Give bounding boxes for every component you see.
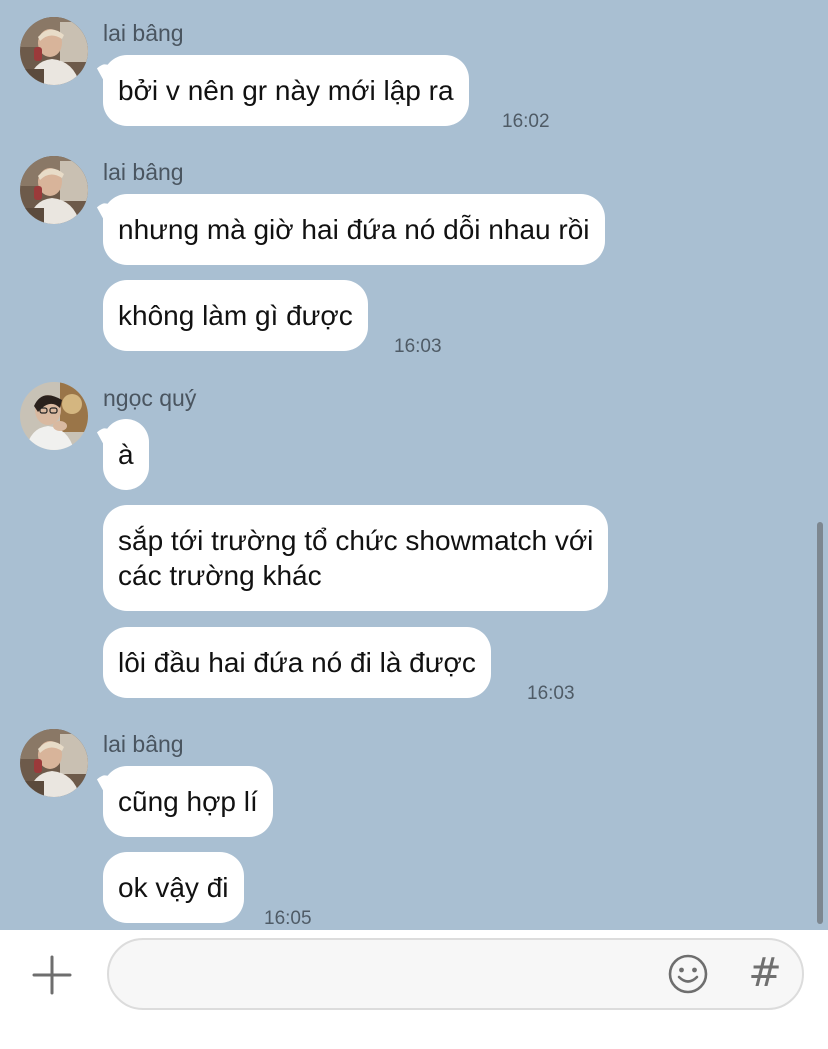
message-input[interactable] [133, 956, 663, 992]
sender-avatar[interactable] [20, 382, 88, 450]
user-avatar-photo-icon [20, 156, 88, 224]
hashtag-button[interactable]: # [745, 948, 785, 998]
plus-icon [32, 955, 72, 995]
message-bubble[interactable]: không làm gì được [103, 280, 368, 351]
message-bubble[interactable]: sắp tới trường tổ chức showmatch với các… [103, 505, 609, 611]
sender-name: lai bâng [103, 20, 184, 46]
sender-name: lai bâng [103, 159, 184, 185]
sender-avatar[interactable] [20, 729, 88, 797]
chat-area[interactable]: lai bâng bởi v nên gr này mới lập ra 16:… [0, 0, 828, 930]
emoji-icon [668, 954, 708, 994]
message-bubble[interactable]: lôi đầu hai đứa nó đi là được [103, 627, 491, 698]
message-bubble[interactable]: nhưng mà giờ hai đứa nó dỗi nhau rồi [103, 194, 605, 265]
sender-avatar[interactable] [20, 156, 88, 224]
user-avatar-photo-icon [20, 382, 88, 450]
user-avatar-photo-icon [20, 729, 88, 797]
emoji-button[interactable] [666, 952, 710, 996]
sender-name: ngọc quý [103, 385, 197, 411]
scrollbar[interactable] [817, 522, 823, 924]
message-bubble[interactable]: bởi v nên gr này mới lập ra [103, 55, 469, 126]
message-bubble[interactable]: ok vậy đi [103, 852, 244, 923]
message-bubble[interactable]: cũng hợp lí [103, 766, 273, 837]
message-time: 16:03 [527, 683, 575, 704]
message-bubble[interactable]: à [103, 419, 149, 490]
message-line: các trường khác [118, 560, 322, 591]
sender-avatar[interactable] [20, 17, 88, 85]
user-avatar-photo-icon [20, 17, 88, 85]
message-time: 16:03 [394, 336, 442, 357]
message-time: 16:05 [264, 908, 312, 929]
message-line: sắp tới trường tổ chức showmatch với [118, 525, 594, 556]
message-time: 16:02 [502, 111, 550, 132]
sender-name: lai bâng [103, 731, 184, 757]
add-attachment-button[interactable] [30, 953, 74, 997]
